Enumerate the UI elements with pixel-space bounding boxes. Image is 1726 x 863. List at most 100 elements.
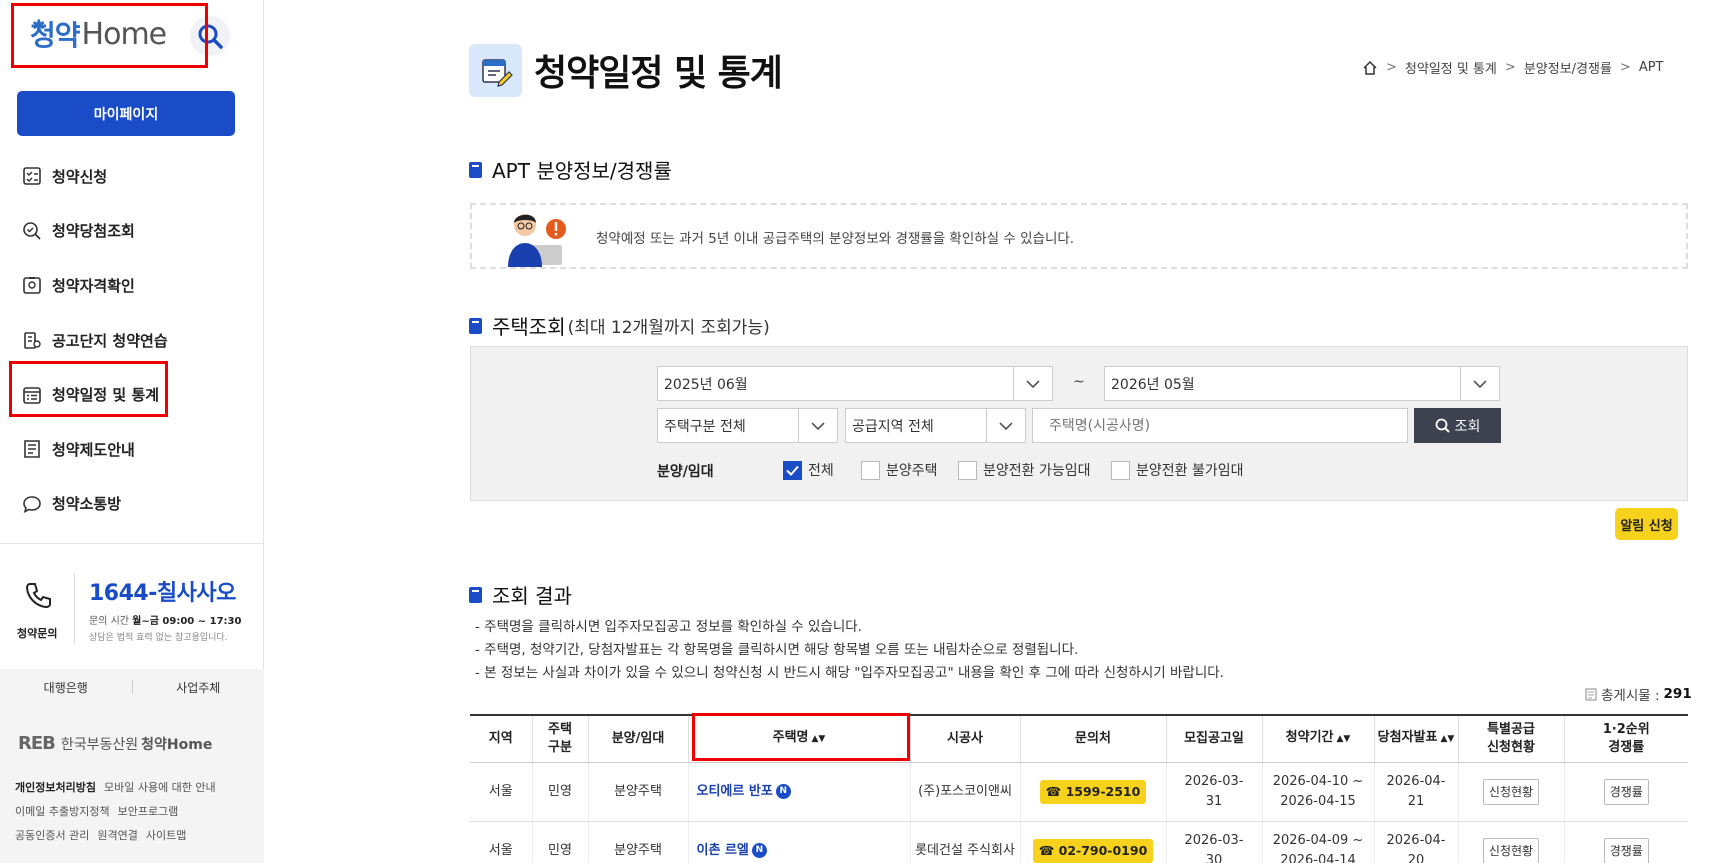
alarm-request-button[interactable]: 알림 신청 bbox=[1615, 508, 1678, 540]
region-select[interactable]: 공급지역 전체 bbox=[845, 408, 1026, 443]
footer-links: 개인정보처리방침 모바일 사용에 대한 안내 이메일 추출방지정책 보안프로그램 공… bbox=[15, 776, 255, 848]
select-value: 2025년 06월 bbox=[664, 376, 748, 393]
cell-name[interactable]: 이촌 르엘 N bbox=[688, 821, 911, 863]
housing-name-link[interactable]: 오티에르 반포 bbox=[697, 784, 773, 799]
housing-name-input[interactable] bbox=[1032, 408, 1408, 443]
breadcrumb-item[interactable]: 청약일정 및 통계 bbox=[1405, 58, 1497, 77]
date-line: 2026-04- bbox=[1386, 773, 1446, 789]
breadcrumb-item[interactable]: 분양정보/경쟁률 bbox=[1524, 58, 1612, 77]
select-value: 공급지역 전체 bbox=[852, 418, 934, 435]
end-month-select[interactable]: 2026년 05월 bbox=[1104, 366, 1500, 401]
note-item: 본 정보는 사실과 차이가 있을 수 있으니 청약신청 시 반드시 해당 "입주… bbox=[475, 662, 1224, 685]
tab-business-entity[interactable]: 사업주체 bbox=[133, 679, 265, 696]
breadcrumb-item[interactable]: APT bbox=[1639, 60, 1664, 75]
link-email-policy[interactable]: 이메일 추출방지정책 bbox=[15, 805, 110, 818]
date-line: 31 bbox=[1205, 793, 1223, 809]
cell-contact: ☎ 1599-2510 bbox=[1020, 762, 1167, 822]
sidebar-item-label: 청약당첨조회 bbox=[52, 222, 135, 241]
sidebar-item-practice[interactable]: 공고단지 청약연습 bbox=[0, 313, 264, 368]
col-contact: 문의처 bbox=[1020, 714, 1167, 763]
sidebar-item-community[interactable]: 청약소통방 bbox=[0, 477, 264, 532]
phone-tag: ☎ 02-790-0190 bbox=[1032, 838, 1154, 863]
checkbox-label: 분양전환 불가임대 bbox=[1136, 463, 1244, 479]
sort-icon: ▲▼ bbox=[1440, 734, 1455, 745]
sidebar-item-schedule-stats[interactable]: 청약일정 및 통계 bbox=[0, 367, 264, 422]
notice-box: 청약예정 또는 과거 5년 이내 공급주택의 분양정보와 경쟁률을 확인하실 수… bbox=[470, 203, 1688, 269]
cell-period: 2026-04-10 ~ 2026-04-15 bbox=[1262, 762, 1375, 822]
total-value: 291 bbox=[1663, 686, 1692, 702]
note-item: 주택명, 청약기간, 당첨자발표는 각 항목명을 클릭하시면 해당 항목별 오름… bbox=[475, 639, 1224, 662]
page-title: 청약일정 및 통계 bbox=[534, 53, 783, 94]
sort-icon: ▲▼ bbox=[811, 734, 826, 745]
sidebar-item-label: 청약신청 bbox=[52, 167, 108, 186]
chevron-down-icon bbox=[1460, 367, 1499, 400]
contact-hours-prefix: 문의 시간 bbox=[89, 616, 133, 627]
chevron-right-icon: > bbox=[1386, 60, 1397, 75]
cell-contact: ☎ 02-790-0190 bbox=[1020, 821, 1167, 863]
document-small-icon bbox=[1585, 688, 1597, 700]
special-status-button[interactable]: 신청현황 bbox=[1482, 778, 1540, 805]
checkbox-sale-housing[interactable]: 분양주택 bbox=[861, 460, 938, 480]
home-icon[interactable] bbox=[1362, 60, 1378, 76]
cell-rate: 경쟁률 bbox=[1564, 762, 1688, 822]
cell-period: 2026-04-09 ~ 2026-04-14 bbox=[1262, 821, 1375, 863]
cell-builder: 롯데건설 주식회사 bbox=[910, 821, 1021, 863]
sidebar-item-eligibility[interactable]: 청약자격확인 bbox=[0, 258, 264, 313]
col-housing-type: 주택 구분 bbox=[532, 714, 589, 763]
search-submit-button[interactable]: 조회 bbox=[1414, 408, 1501, 443]
sidebar-item-label: 청약자격확인 bbox=[52, 276, 135, 295]
sidebar-item-system-guide[interactable]: 청약제도안내 bbox=[0, 422, 264, 477]
mypage-button[interactable]: 마이페이지 bbox=[17, 91, 235, 136]
sort-icon: ▲▼ bbox=[1336, 734, 1351, 745]
link-security-program[interactable]: 보안프로그램 bbox=[118, 805, 179, 818]
checkbox-nonconvertible-rental[interactable]: 분양전환 불가임대 bbox=[1111, 460, 1244, 480]
org-service: 청약Home bbox=[141, 736, 213, 753]
checkbox-convertible-rental[interactable]: 분양전환 가능임대 bbox=[958, 460, 1091, 480]
contact-block: 청약문의 1644-칠사사오 문의 시간 월~금 09:00 ~ 17:30 상… bbox=[0, 568, 264, 648]
contact-hours: 문의 시간 월~금 09:00 ~ 17:30 bbox=[89, 612, 241, 627]
cell-name[interactable]: 오티에르 반포 N bbox=[688, 762, 911, 822]
link-certificate[interactable]: 공동인증서 관리 bbox=[15, 829, 89, 842]
reb-mark: REB bbox=[18, 733, 56, 754]
date-line: 2026-03- bbox=[1184, 832, 1244, 848]
sidebar-item-apply[interactable]: 청약신청 bbox=[0, 149, 264, 204]
cell-winner: 2026-04- 20 bbox=[1374, 821, 1459, 863]
cell-type: 민영 bbox=[532, 762, 589, 822]
col-application-period[interactable]: 청약기간 ▲▼ bbox=[1262, 714, 1375, 763]
start-month-select[interactable]: 2025년 06월 bbox=[657, 366, 1053, 401]
period-line: 2026-04-09 ~ bbox=[1272, 832, 1364, 848]
contact-number[interactable]: 1644-칠사사오 bbox=[89, 575, 236, 607]
table-row: 서울 민영 분양주택 이촌 르엘 N 롯데건설 주식회사 ☎ 02-790-019… bbox=[470, 821, 1688, 863]
id-badge-icon bbox=[23, 277, 41, 295]
col-rate-line1: 1·2순위 bbox=[1602, 721, 1650, 737]
sidebar-divider bbox=[0, 543, 264, 544]
link-privacy-policy[interactable]: 개인정보처리방침 bbox=[15, 781, 96, 794]
competition-rate-button[interactable]: 경쟁률 bbox=[1603, 778, 1649, 805]
cell-rate: 경쟁률 bbox=[1564, 821, 1688, 863]
col-housing-name[interactable]: 주택명 ▲▼ bbox=[688, 714, 911, 763]
schedule-pencil-icon bbox=[481, 58, 513, 87]
col-housing-type-line1: 주택 bbox=[548, 721, 572, 737]
link-sitemap[interactable]: 사이트맵 bbox=[146, 829, 186, 842]
checkbox-all[interactable]: 전체 bbox=[783, 460, 834, 480]
section-title-text: APT 분양정보/경쟁률 bbox=[492, 159, 672, 183]
tab-agency-bank[interactable]: 대행은행 bbox=[0, 679, 132, 696]
magnifier-check-icon bbox=[23, 222, 41, 240]
date-line: 2026-03- bbox=[1184, 773, 1244, 789]
col-winner-announce[interactable]: 당첨자발표 ▲▼ bbox=[1374, 714, 1459, 763]
col-winner-label: 당첨자발표 bbox=[1377, 730, 1438, 746]
section-subtitle: (최대 12개월까지 조회가능) bbox=[567, 318, 770, 338]
cell-region: 서울 bbox=[470, 821, 533, 863]
link-remote[interactable]: 원격연결 bbox=[97, 829, 137, 842]
sidebar-item-label: 청약일정 및 통계 bbox=[52, 386, 160, 405]
housing-name-link[interactable]: 이촌 르엘 bbox=[697, 843, 749, 858]
cell-builder: (주)포스코이앤씨 bbox=[910, 762, 1021, 822]
special-status-button[interactable]: 신청현황 bbox=[1482, 837, 1540, 863]
housing-type-select[interactable]: 주택구분 전체 bbox=[657, 408, 838, 443]
link-mobile-guide[interactable]: 모바일 사용에 대한 안내 bbox=[104, 781, 216, 794]
sidebar-nav: 청약신청 청약당첨조회 청약자격확인 공고단지 청약연습 청약일정 및 통계 청… bbox=[0, 149, 264, 531]
sidebar-item-winner-check[interactable]: 청약당첨조회 bbox=[0, 204, 264, 259]
col-competition-rate: 1·2순위 경쟁률 bbox=[1564, 714, 1688, 763]
cell-winner: 2026-04- 21 bbox=[1374, 762, 1459, 822]
competition-rate-button[interactable]: 경쟁률 bbox=[1603, 837, 1649, 863]
